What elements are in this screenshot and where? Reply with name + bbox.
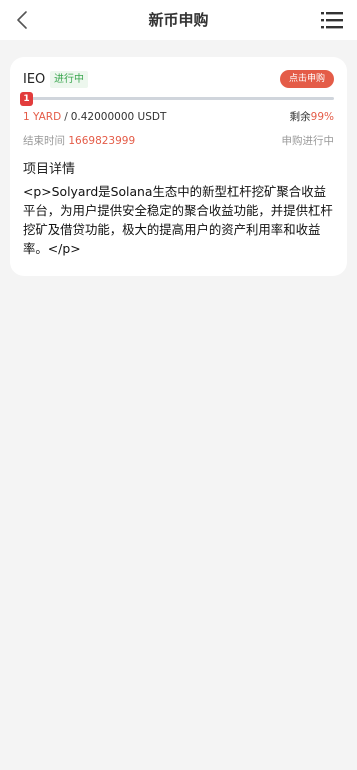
progress-bar: 1 — [20, 92, 334, 106]
remaining-label: 剩余 — [289, 111, 311, 123]
list-menu-icon — [321, 12, 343, 29]
remaining-info: 剩余99% — [290, 109, 334, 125]
project-details-title: 项目详情 — [23, 162, 76, 177]
status-badge: 进行中 — [50, 71, 88, 88]
price-info: 1 YARD/0.42000000 USDT — [23, 109, 166, 125]
subscribe-amount: 1 YARD — [23, 111, 62, 123]
project-details-body: <p>Solyard是Solana生态中的新型杠杆挖矿聚合收益平台，为用户提供安… — [23, 184, 333, 256]
card-header-row: IEO 进行中 点击申购 — [23, 70, 334, 90]
subscribe-button[interactable]: 点击申购 — [279, 70, 334, 88]
menu-button[interactable] — [321, 10, 343, 30]
top-nav-bar: 新币申购 — [0, 0, 357, 40]
ieo-type-label: IEO — [23, 72, 46, 87]
price-separator: / — [64, 111, 68, 123]
end-time-value: 1669823999 — [68, 135, 136, 147]
remaining-percent: 99% — [310, 111, 334, 123]
progress-track — [23, 97, 334, 100]
time-row: 结束时间 1669823999 申购进行中 — [23, 133, 334, 149]
progress-marker: 1 — [20, 92, 33, 106]
subscription-status: 申购进行中 — [281, 135, 335, 147]
page-title: 新币申购 — [148, 11, 209, 29]
end-time-label: 结束时间 — [23, 135, 65, 147]
ieo-project-card[interactable]: IEO 进行中 点击申购 1 1 YARD/0.42000000 USDT 剩余… — [10, 57, 347, 276]
price-row: 1 YARD/0.42000000 USDT 剩余99% — [23, 109, 334, 125]
unit-price: 0.42000000 USDT — [70, 111, 167, 123]
